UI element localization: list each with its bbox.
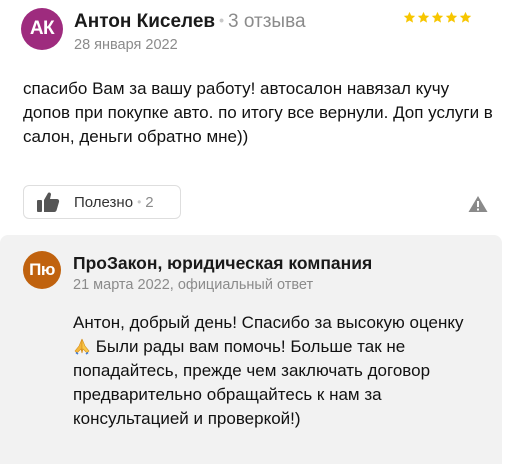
star-icon [403, 11, 416, 23]
helpful-label: Полезно [74, 193, 134, 211]
author-avatar[interactable]: АК [21, 8, 63, 50]
star-icon [417, 11, 430, 23]
warning-icon[interactable] [468, 195, 488, 213]
star-icon [431, 11, 444, 23]
rating-stars [403, 11, 472, 24]
star-icon [445, 11, 458, 23]
helpful-count: 2 [145, 193, 154, 211]
company-response: Пю ПроЗакон, юридическая компания 21 мар… [0, 235, 502, 464]
helpful-button[interactable]: Полезно • 2 [23, 185, 181, 219]
response-text-part1: Антон, добрый день! Спасибо за высокую о… [73, 313, 464, 332]
review-date: 28 января 2022 [74, 37, 178, 53]
separator-dot: • [137, 195, 142, 209]
review-text: спасибо Вам за вашу работу! автосалон на… [23, 79, 493, 146]
company-avatar[interactable]: Пю [23, 251, 61, 289]
thumbs-up-icon [37, 192, 60, 212]
company-name[interactable]: ПроЗакон, юридическая компания [73, 253, 372, 274]
response-text: Антон, добрый день! Спасибо за высокую о… [73, 311, 483, 431]
author-name[interactable]: Антон Киселев [74, 11, 215, 32]
author-reviews-count[interactable]: 3 отзыва [228, 11, 306, 32]
response-date: 21 марта 2022, официальный ответ [73, 277, 314, 293]
star-icon [459, 11, 472, 23]
response-text-part2: Были рады вам помочь! Больше так не попа… [73, 337, 431, 428]
separator-dot: • [219, 12, 224, 28]
author-line: Антон Киселев • 3 отзыва [74, 11, 306, 33]
folded-hands-emoji [74, 338, 90, 355]
